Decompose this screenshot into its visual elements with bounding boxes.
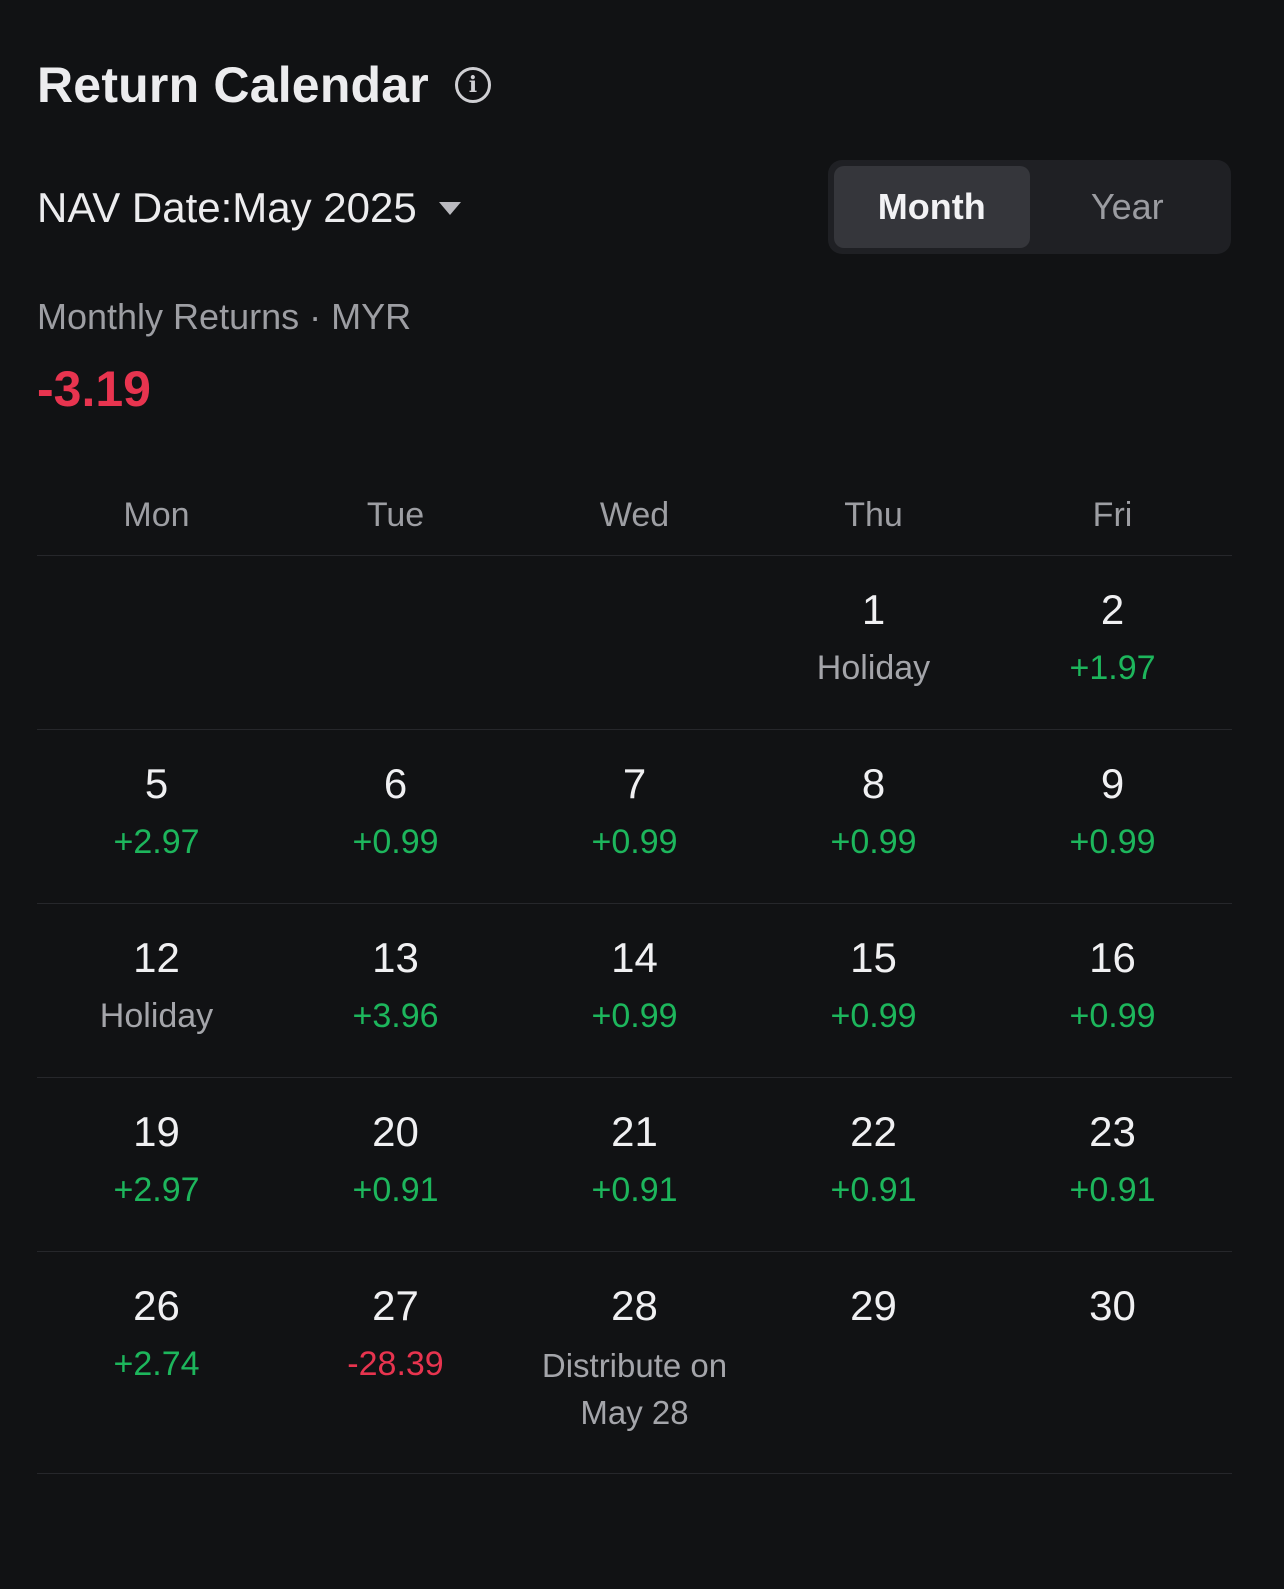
day-return: +2.74 <box>113 1345 200 1383</box>
caret-down-icon <box>438 201 461 215</box>
day-return: +0.91 <box>352 1171 439 1209</box>
day-number: 8 <box>861 760 886 807</box>
day-number: 13 <box>372 934 419 981</box>
day-return: +3.96 <box>352 997 439 1035</box>
period-toggle: Month Year <box>828 160 1231 254</box>
weekday-thu: Thu <box>844 495 903 534</box>
calendar-day[interactable]: 9 +0.99 <box>993 730 1232 903</box>
calendar-day[interactable]: 29 <box>754 1252 993 1473</box>
day-number: 7 <box>622 760 647 807</box>
day-return: +0.99 <box>830 823 917 861</box>
day-number: 26 <box>133 1282 180 1329</box>
calendar-week: 12 Holiday 13 +3.96 14 +0.99 15 +0.99 16 +0.99 <box>37 904 1232 1078</box>
calendar-day[interactable]: 2 +1.97 <box>993 556 1232 729</box>
nav-date-selector[interactable]: NAV Date:May 2025 <box>37 180 461 236</box>
day-return: +0.99 <box>1069 997 1156 1035</box>
nav-date-label: NAV Date:May 2025 <box>37 184 417 231</box>
day-note: Distribute on May 28 <box>541 1347 728 1431</box>
day-return: +0.91 <box>1069 1171 1156 1209</box>
calendar-day[interactable]: 28 Distribute on May 28 <box>515 1252 754 1473</box>
day-number: 22 <box>850 1108 897 1155</box>
day-number: 30 <box>1089 1282 1136 1329</box>
weekday-mon: Mon <box>123 495 190 534</box>
day-return: +2.97 <box>113 823 200 861</box>
calendar-week: 1 Holiday 2 +1.97 <box>37 556 1232 730</box>
day-number: 1 <box>861 586 886 633</box>
day-return: +0.99 <box>1069 823 1156 861</box>
calendar-day-empty <box>276 556 515 729</box>
calendar-week: 19 +2.97 20 +0.91 21 +0.91 22 +0.91 23 +0.91 <box>37 1078 1232 1252</box>
weeks-container: 1 Holiday 2 +1.97 5 +2.97 6 +0.99 7 +0.99 8 +0.99 9 +… <box>37 556 1232 1474</box>
calendar-day[interactable]: 14 +0.99 <box>515 904 754 1077</box>
calendar-day[interactable]: 16 +0.99 <box>993 904 1232 1077</box>
day-number: 27 <box>372 1282 419 1329</box>
day-return: +1.97 <box>1069 649 1156 687</box>
calendar-day[interactable]: 20 +0.91 <box>276 1078 515 1251</box>
day-number: 9 <box>1100 760 1125 807</box>
calendar-day-empty <box>515 556 754 729</box>
calendar-day[interactable]: 5 +2.97 <box>37 730 276 903</box>
weekday-tue: Tue <box>366 495 425 534</box>
calendar-day[interactable]: 1 Holiday <box>754 556 993 729</box>
calendar-day[interactable]: 12 Holiday <box>37 904 276 1077</box>
calendar-week: 26 +2.74 27 -28.39 28 Distribute on May 28 29 3… <box>37 1252 1232 1474</box>
day-return: +0.91 <box>830 1171 917 1209</box>
info-circle-icon[interactable]: i <box>454 67 491 103</box>
calendar-day[interactable]: 23 +0.91 <box>993 1078 1232 1251</box>
calendar-day[interactable]: 30 <box>993 1252 1232 1473</box>
calendar-day[interactable]: 27 -28.39 <box>276 1252 515 1473</box>
day-number: 19 <box>133 1108 180 1155</box>
day-number: 15 <box>850 934 897 981</box>
day-return: +0.99 <box>591 997 678 1035</box>
calendar-day[interactable]: 15 +0.99 <box>754 904 993 1077</box>
calendar-week: 5 +2.97 6 +0.99 7 +0.99 8 +0.99 9 +0.99 <box>37 730 1232 904</box>
day-number: 23 <box>1089 1108 1136 1155</box>
weekday-wed: Wed <box>599 495 670 534</box>
calendar-day[interactable]: 19 +2.97 <box>37 1078 276 1251</box>
month-tab[interactable]: Month <box>834 166 1030 248</box>
day-number: 29 <box>850 1282 897 1329</box>
day-number: 14 <box>611 934 658 981</box>
monthly-returns-value: -3.19 <box>37 361 151 417</box>
calendar-day[interactable]: 7 +0.99 <box>515 730 754 903</box>
calendar-day[interactable]: 6 +0.99 <box>276 730 515 903</box>
day-return: +2.97 <box>113 1171 200 1209</box>
day-note: Holiday <box>816 649 931 687</box>
day-number: 2 <box>1100 586 1125 633</box>
monthly-returns-label: Monthly Returns · MYR <box>37 296 412 337</box>
calendar-day[interactable]: 8 +0.99 <box>754 730 993 903</box>
calendar-day[interactable]: 13 +3.96 <box>276 904 515 1077</box>
day-return: +0.99 <box>591 823 678 861</box>
day-number: 16 <box>1089 934 1136 981</box>
calendar-grid: Mon Tue Wed Thu Fri 1 Holiday 2 +1.97 5 +2.97… <box>37 475 1232 1474</box>
day-return: +0.99 <box>352 823 439 861</box>
calendar-day[interactable]: 21 +0.91 <box>515 1078 754 1251</box>
calendar-day-empty <box>37 556 276 729</box>
day-number: 21 <box>611 1108 658 1155</box>
day-number: 6 <box>383 760 408 807</box>
page-title: Return Calendar <box>37 57 429 113</box>
title-row: Return Calendar i <box>37 52 491 118</box>
day-number: 20 <box>372 1108 419 1155</box>
return-calendar-page: Return Calendar i NAV Date:May 2025 Mont… <box>0 0 1284 1589</box>
day-note: Holiday <box>99 997 214 1035</box>
day-return: +0.99 <box>830 997 917 1035</box>
calendar-day[interactable]: 26 +2.74 <box>37 1252 276 1473</box>
day-return: +0.91 <box>591 1171 678 1209</box>
day-number: 12 <box>133 934 180 981</box>
year-tab[interactable]: Year <box>1030 166 1226 248</box>
weekday-header: Mon Tue Wed Thu Fri <box>37 475 1232 556</box>
weekday-fri: Fri <box>1092 495 1133 534</box>
day-number: 5 <box>144 760 169 807</box>
day-return: -28.39 <box>347 1345 444 1383</box>
day-number: 28 <box>611 1282 658 1329</box>
calendar-day[interactable]: 22 +0.91 <box>754 1078 993 1251</box>
